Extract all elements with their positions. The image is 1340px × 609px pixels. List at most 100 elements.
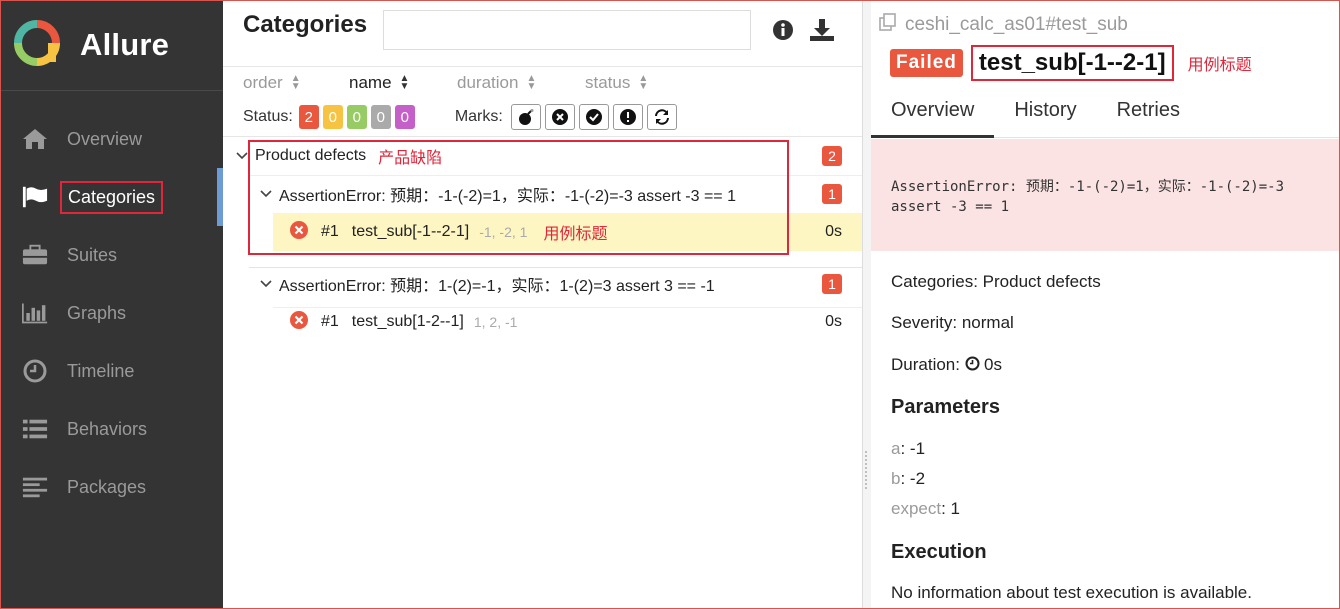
param-value: -1	[909, 439, 926, 458]
search-input[interactable]	[383, 10, 751, 50]
copy-icon[interactable]	[879, 13, 897, 37]
test-duration: 0s	[825, 223, 842, 240]
pane-splitter[interactable]	[862, 0, 871, 609]
sidebar-item-timeline[interactable]: Timeline	[0, 342, 223, 400]
test-number: #1	[321, 223, 339, 240]
bomb-icon	[518, 109, 534, 125]
sort-duration[interactable]: duration ▲ ▼	[457, 70, 585, 96]
duration-label: Duration:	[891, 355, 960, 374]
chevron-down-icon	[259, 190, 273, 198]
error-message-block: AssertionError: 预期：-1-(-2)=1，实际：-1-(-2)=…	[871, 139, 1340, 251]
annotation-label: 用例标题	[1187, 57, 1252, 74]
tree-leaf-test[interactable]: #1 test_sub[1-2--1] 1, 2, -1 0s	[273, 303, 862, 341]
sidebar: Allure Overview Categories Suites Graphs	[0, 0, 223, 609]
tree-leaf-test[interactable]: #1 test_sub[-1--2-1] -1, -2, 1 用例标题 0s	[273, 213, 862, 251]
chevron-down-icon	[259, 280, 273, 288]
list-icon	[22, 416, 48, 442]
sidebar-item-label: Timeline	[67, 360, 135, 381]
sidebar-item-label: Packages	[67, 476, 147, 497]
count-badge: 1	[822, 274, 842, 294]
duration-info: Duration: 0s	[891, 354, 1002, 376]
status-filter-passed[interactable]: 0	[346, 105, 367, 129]
sidebar-item-label: Overview	[67, 128, 143, 149]
tree-subgroup[interactable]: AssertionError: 预期：-1-(-2)=1，实际：-1-(-2)=…	[223, 175, 862, 213]
splitter-grip-icon[interactable]	[864, 450, 868, 490]
download-icon[interactable]	[809, 18, 834, 42]
mark-new-failed[interactable]	[544, 104, 575, 130]
sidebar-item-behaviors[interactable]: Behaviors	[0, 400, 223, 458]
tab-history[interactable]: History	[994, 94, 1096, 138]
flag-icon	[22, 184, 48, 210]
annotation-label: 用例标题	[543, 226, 608, 243]
param-row: a: -1	[891, 439, 926, 458]
info-icon[interactable]	[771, 18, 795, 42]
refresh-icon	[654, 109, 669, 125]
duration-value: 0s	[983, 355, 1002, 374]
sidebar-item-suites[interactable]: Suites	[0, 226, 223, 284]
sort-name[interactable]: name ▲ ▼	[349, 70, 457, 96]
brand-name: Allure	[80, 27, 170, 62]
marks-label: Marks:	[454, 108, 503, 125]
sidebar-item-label: Categories	[60, 180, 164, 214]
chevron-down-icon	[235, 152, 249, 160]
param-key: b	[891, 469, 901, 488]
test-detail-pane: ceshi_calc_as01#test_sub Failed test_sub…	[871, 0, 1340, 609]
test-title-row: Failed test_sub[-1--2-1] 用例标题	[890, 45, 1252, 81]
status-label: Status:	[243, 108, 293, 125]
failed-status-icon	[289, 310, 309, 335]
home-icon	[22, 126, 48, 152]
status-filter-unknown[interactable]: 0	[394, 105, 415, 129]
clock-icon	[965, 356, 980, 376]
categories-header: Categories	[223, 0, 862, 67]
sort-caret-icon: ▲ ▼	[290, 73, 301, 92]
test-params: 1, 2, -1	[473, 314, 518, 330]
param-row: b: -2	[891, 469, 926, 488]
sidebar-item-label: Suites	[67, 244, 118, 265]
sort-order[interactable]: order ▲ ▼	[243, 70, 349, 96]
count-badge: 2	[822, 146, 842, 166]
tab-retries[interactable]: Retries	[1097, 94, 1200, 138]
tree-subgroup-name: AssertionError: 预期：-1-(-2)=1，实际：-1-(-2)=…	[279, 188, 736, 205]
sidebar-nav: Overview Categories Suites Graphs Timeli…	[0, 110, 223, 516]
mark-new-passed[interactable]	[578, 104, 609, 130]
tree-group-product-defects[interactable]: Product defects 产品缺陷 2	[223, 137, 862, 175]
sidebar-item-overview[interactable]: Overview	[0, 110, 223, 168]
tab-overview[interactable]: Overview	[871, 94, 995, 138]
sidebar-item-label: Graphs	[67, 302, 127, 323]
error-line: assert -3 == 1	[891, 199, 1010, 215]
parameters-title: Parameters	[891, 396, 1000, 418]
status-filter-failed[interactable]: 2	[298, 105, 319, 129]
sort-bar: order ▲ ▼ name ▲ ▼ duration ▲ ▼ status ▲ ▼	[243, 70, 862, 96]
brand[interactable]: Allure	[0, 0, 223, 91]
mark-new-broken[interactable]	[612, 104, 643, 130]
page-title: Categories	[243, 11, 368, 38]
sort-status[interactable]: status ▲ ▼	[585, 70, 648, 96]
error-line: AssertionError: 预期：-1-(-2)=1，实际：-1-(-2)=…	[891, 179, 1285, 195]
status-badge: Failed	[890, 49, 963, 77]
status-filter-bar: Status: 2 0 0 0 0 Marks:	[243, 104, 677, 130]
clock-icon	[22, 358, 48, 384]
tree-subgroup[interactable]: AssertionError: 预期：1-(2)=-1，实际：1-(2)=3 a…	[223, 265, 862, 303]
param-key: a	[891, 439, 901, 458]
sidebar-item-graphs[interactable]: Graphs	[0, 284, 223, 342]
tree-group-name: Product defects	[255, 147, 367, 164]
categories-info: Categories: Product defects	[891, 272, 1101, 291]
mark-flaky[interactable]	[510, 104, 541, 130]
sidebar-item-categories[interactable]: Categories	[0, 168, 223, 226]
detail-tabs: Overview History Retries	[871, 94, 1340, 138]
param-value: 1	[950, 499, 961, 518]
sort-label: order	[243, 73, 283, 92]
sidebar-item-packages[interactable]: Packages	[0, 458, 223, 516]
tree-subgroup-name: AssertionError: 预期：1-(2)=-1，实际：1-(2)=3 a…	[279, 278, 715, 295]
status-filter-skipped[interactable]: 0	[370, 105, 391, 129]
status-filter-broken[interactable]: 0	[322, 105, 343, 129]
execution-text: No information about test execution is a…	[891, 583, 1252, 602]
annotation-label: 产品缺陷	[378, 150, 443, 167]
times-circle-icon	[551, 109, 568, 125]
failed-status-icon	[289, 220, 309, 245]
breadcrumb[interactable]: ceshi_calc_as01#test_sub	[879, 13, 1128, 37]
mark-retries-status-change[interactable]	[646, 104, 677, 130]
sort-caret-icon: ▲ ▼	[638, 73, 649, 92]
test-params: -1, -2, 1	[479, 224, 528, 240]
sort-caret-icon: ▲ ▼	[399, 73, 410, 92]
